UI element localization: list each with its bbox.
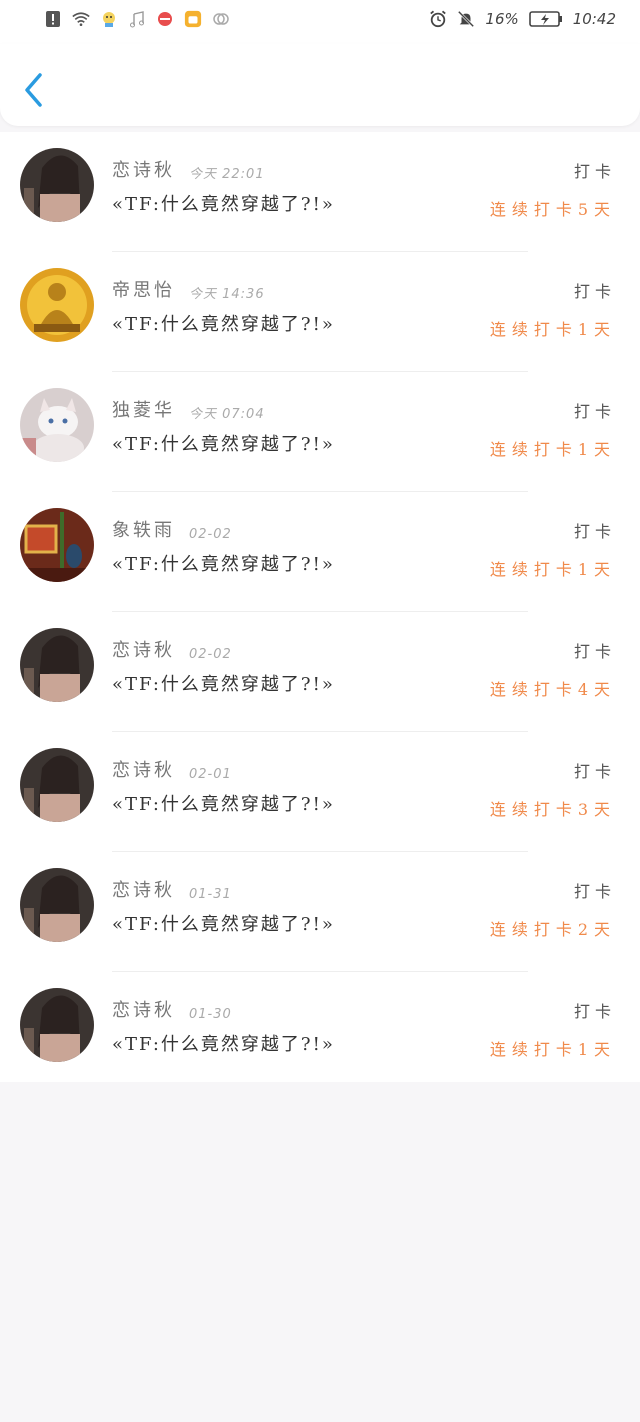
message-text: «TF:什么竟然穿越了?!»	[112, 434, 335, 455]
avatar[interactable]	[20, 388, 94, 462]
timestamp: 今天 22:01	[189, 167, 265, 182]
app-icon	[156, 10, 174, 28]
avatar[interactable]	[20, 628, 94, 702]
wifi-icon	[72, 10, 90, 28]
avatar[interactable]	[20, 988, 94, 1062]
streak-label: 连续打卡1天	[489, 440, 616, 459]
item-meta: 恋诗秋 01-30	[112, 994, 232, 1022]
music-icon	[128, 10, 146, 28]
username: 独菱华	[112, 400, 175, 421]
timestamp: 02-01	[189, 767, 232, 782]
timestamp: 今天 14:36	[189, 287, 265, 302]
username: 恋诗秋	[112, 760, 175, 781]
status-icons-left	[44, 10, 230, 28]
alert-icon	[44, 10, 62, 28]
message-text: «TF:什么竟然穿越了?!»	[112, 314, 335, 335]
streak-label: 连续打卡4天	[489, 680, 616, 699]
username: 恋诗秋	[112, 640, 175, 661]
message-text: «TF:什么竟然穿越了?!»	[112, 554, 335, 575]
mute-bell-icon	[457, 10, 475, 28]
back-button[interactable]	[20, 70, 50, 110]
avatar[interactable]	[20, 148, 94, 222]
list-item[interactable]: 恋诗秋 02-01 «TF:什么竟然穿越了?!» 打卡 连续打卡3天	[0, 732, 640, 852]
battery-charging-icon	[528, 10, 563, 28]
clock-time: 10:42	[572, 10, 616, 28]
avatar[interactable]	[20, 868, 94, 942]
checkin-button[interactable]: 打卡	[574, 158, 616, 182]
chevron-left-icon	[25, 73, 42, 107]
username: 恋诗秋	[112, 1000, 175, 1021]
item-meta: 帝思怡 今天 14:36	[112, 274, 265, 302]
message-text: «TF:什么竟然穿越了?!»	[112, 1034, 335, 1055]
message-text: «TF:什么竟然穿越了?!»	[112, 794, 335, 815]
checkin-list: 恋诗秋 今天 22:01 «TF:什么竟然穿越了?!» 打卡 连续打卡5天 帝思…	[0, 132, 640, 1082]
checkin-button[interactable]: 打卡	[574, 878, 616, 902]
streak-label: 连续打卡5天	[489, 200, 616, 219]
timestamp: 01-30	[189, 1007, 232, 1022]
username: 帝思怡	[112, 280, 175, 301]
list-item[interactable]: 帝思怡 今天 14:36 «TF:什么竟然穿越了?!» 打卡 连续打卡1天	[0, 252, 640, 372]
battery-percent: 16%	[485, 10, 519, 28]
item-meta: 恋诗秋 今天 22:01	[112, 154, 265, 182]
list-item[interactable]: 恋诗秋 01-30 «TF:什么竟然穿越了?!» 打卡 连续打卡1天	[0, 972, 640, 1092]
app-icon	[184, 10, 202, 28]
list-item[interactable]: 恋诗秋 今天 22:01 «TF:什么竟然穿越了?!» 打卡 连续打卡5天	[0, 132, 640, 252]
item-meta: 恋诗秋 02-01	[112, 754, 232, 782]
app-icon	[100, 10, 118, 28]
checkin-button[interactable]: 打卡	[574, 998, 616, 1022]
username: 象轶雨	[112, 520, 175, 541]
list-item[interactable]: 象轶雨 02-02 «TF:什么竟然穿越了?!» 打卡 连续打卡1天	[0, 492, 640, 612]
streak-label: 连续打卡2天	[489, 920, 616, 939]
streak-label: 连续打卡1天	[489, 1040, 616, 1059]
username: 恋诗秋	[112, 160, 175, 181]
checkin-button[interactable]: 打卡	[574, 398, 616, 422]
message-text: «TF:什么竟然穿越了?!»	[112, 674, 335, 695]
avatar[interactable]	[20, 508, 94, 582]
timestamp: 02-02	[189, 647, 232, 662]
header	[0, 44, 640, 126]
item-meta: 恋诗秋 01-31	[112, 874, 232, 902]
checkin-button[interactable]: 打卡	[574, 638, 616, 662]
list-item[interactable]: 恋诗秋 01-31 «TF:什么竟然穿越了?!» 打卡 连续打卡2天	[0, 852, 640, 972]
list-item[interactable]: 独菱华 今天 07:04 «TF:什么竟然穿越了?!» 打卡 连续打卡1天	[0, 372, 640, 492]
status-bar: 16% 10:42	[0, 0, 640, 44]
checkin-button[interactable]: 打卡	[574, 518, 616, 542]
streak-label: 连续打卡3天	[489, 800, 616, 819]
username: 恋诗秋	[112, 880, 175, 901]
checkin-button[interactable]: 打卡	[574, 758, 616, 782]
streak-label: 连续打卡1天	[489, 320, 616, 339]
item-meta: 象轶雨 02-02	[112, 514, 232, 542]
app-icon	[212, 10, 230, 28]
timestamp: 01-31	[189, 887, 232, 902]
item-meta: 恋诗秋 02-02	[112, 634, 232, 662]
avatar[interactable]	[20, 268, 94, 342]
timestamp: 今天 07:04	[189, 407, 265, 422]
avatar[interactable]	[20, 748, 94, 822]
list-item[interactable]: 恋诗秋 02-02 «TF:什么竟然穿越了?!» 打卡 连续打卡4天	[0, 612, 640, 732]
message-text: «TF:什么竟然穿越了?!»	[112, 194, 335, 215]
alarm-icon	[429, 10, 447, 28]
streak-label: 连续打卡1天	[489, 560, 616, 579]
message-text: «TF:什么竟然穿越了?!»	[112, 914, 335, 935]
checkin-button[interactable]: 打卡	[574, 278, 616, 302]
item-meta: 独菱华 今天 07:04	[112, 394, 265, 422]
status-icons-right: 16% 10:42	[429, 10, 616, 28]
timestamp: 02-02	[189, 527, 232, 542]
